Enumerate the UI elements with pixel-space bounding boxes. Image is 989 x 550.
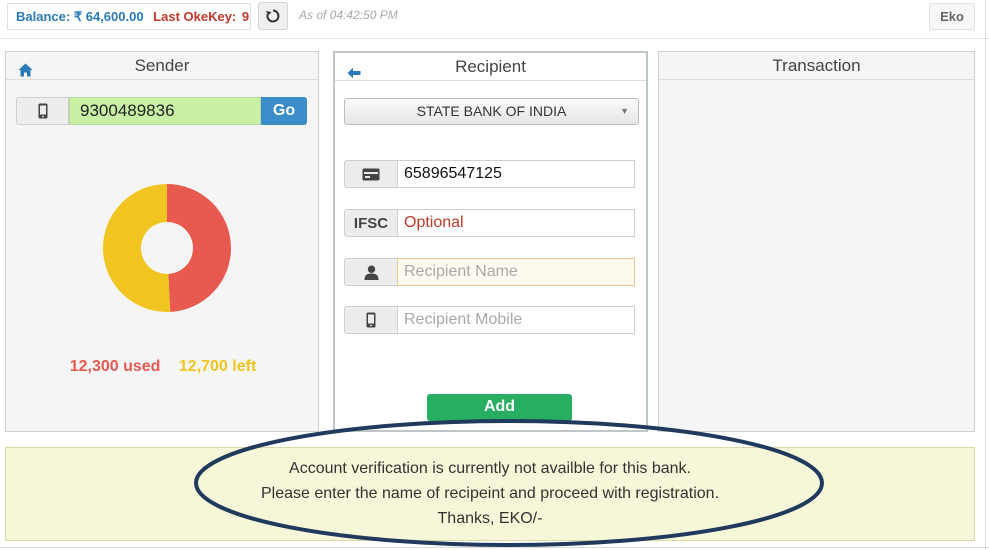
notice-line-3: Thanks, EKO/- (437, 510, 543, 527)
used-amount: 12,300 used (69, 358, 161, 375)
last-okekey-label: Last OkeKey: (153, 9, 237, 24)
transaction-panel-header: Transaction (659, 52, 974, 80)
sender-panel: Sender 9300489836 Go 12,300 used 12,700 … (5, 51, 319, 432)
sender-mobile-group: 9300489836 Go (16, 97, 308, 125)
usage-summary: 12,300 used 12,700 left (6, 358, 320, 376)
recipient-name-input[interactable]: Recipient Name (397, 258, 635, 286)
left-amount: 12,700 left (178, 358, 257, 375)
mobile-icon (366, 312, 376, 328)
recipient-title: Recipient (455, 57, 526, 76)
notice-text: Account verification is currently not av… (6, 456, 974, 531)
balance-value: ₹ 64,600.00 (73, 9, 144, 24)
user-icon (364, 265, 378, 280)
credit-card-icon (362, 168, 380, 180)
top-bar: Balance: ₹ 64,600.00 Last OkeKey: 9 As o… (0, 0, 989, 34)
account-number-input[interactable]: 65896547125 (397, 160, 635, 188)
refresh-button[interactable] (258, 2, 288, 30)
mobile-icon (38, 103, 47, 119)
notice-line-2: Please enter the name of recipeint and p… (260, 485, 720, 502)
ifsc-input[interactable]: Optional (397, 209, 635, 237)
verification-notice: Account verification is currently not av… (5, 447, 975, 541)
recipient-mobile-input[interactable]: Recipient Mobile (397, 306, 635, 334)
as-of-timestamp: As of 04:42:50 PM (299, 8, 398, 22)
notice-line-1: Account verification is currently not av… (289, 460, 691, 477)
balance-label: Balance: (16, 9, 71, 24)
sender-panel-header: Sender (6, 52, 318, 80)
top-divider (0, 38, 989, 39)
add-recipient-button[interactable]: Add (427, 394, 572, 421)
refresh-icon (266, 9, 280, 23)
transaction-title: Transaction (772, 56, 861, 75)
back-arrow-icon[interactable] (347, 60, 361, 87)
ifsc-group: IFSC Optional (344, 209, 636, 237)
ifsc-addon: IFSC (344, 209, 398, 237)
mobile-addon (344, 306, 398, 334)
usage-donut-chart (102, 184, 231, 312)
recipient-name-group: Recipient Name (344, 258, 636, 286)
home-icon[interactable] (18, 58, 33, 85)
recipient-panel-header: Recipient (335, 53, 646, 81)
donut-left-segment (102, 184, 171, 312)
transaction-panel: Transaction (658, 51, 975, 432)
user-addon (344, 258, 398, 286)
mobile-addon (16, 97, 69, 125)
eko-button[interactable]: Eko (929, 3, 975, 30)
bank-select-value: STATE BANK OF INDIA (416, 103, 567, 119)
recipient-mobile-group: Recipient Mobile (344, 306, 636, 334)
donut-used-segment (167, 184, 231, 312)
bank-select[interactable]: STATE BANK OF INDIA ▼ (344, 98, 639, 125)
balance-box: Balance: ₹ 64,600.00 Last OkeKey: 9 (7, 3, 251, 30)
chevron-down-icon: ▼ (620, 106, 629, 116)
account-number-group: 65896547125 (344, 160, 636, 188)
bottom-border (0, 547, 989, 548)
recipient-panel: Recipient STATE BANK OF INDIA ▼ 65896547… (333, 51, 648, 432)
card-addon (344, 160, 398, 188)
last-okekey-value: 9 (241, 9, 250, 24)
right-border (985, 0, 986, 550)
sender-mobile-input[interactable]: 9300489836 (69, 97, 261, 125)
go-button[interactable]: Go (261, 97, 307, 125)
sender-title: Sender (134, 56, 190, 75)
